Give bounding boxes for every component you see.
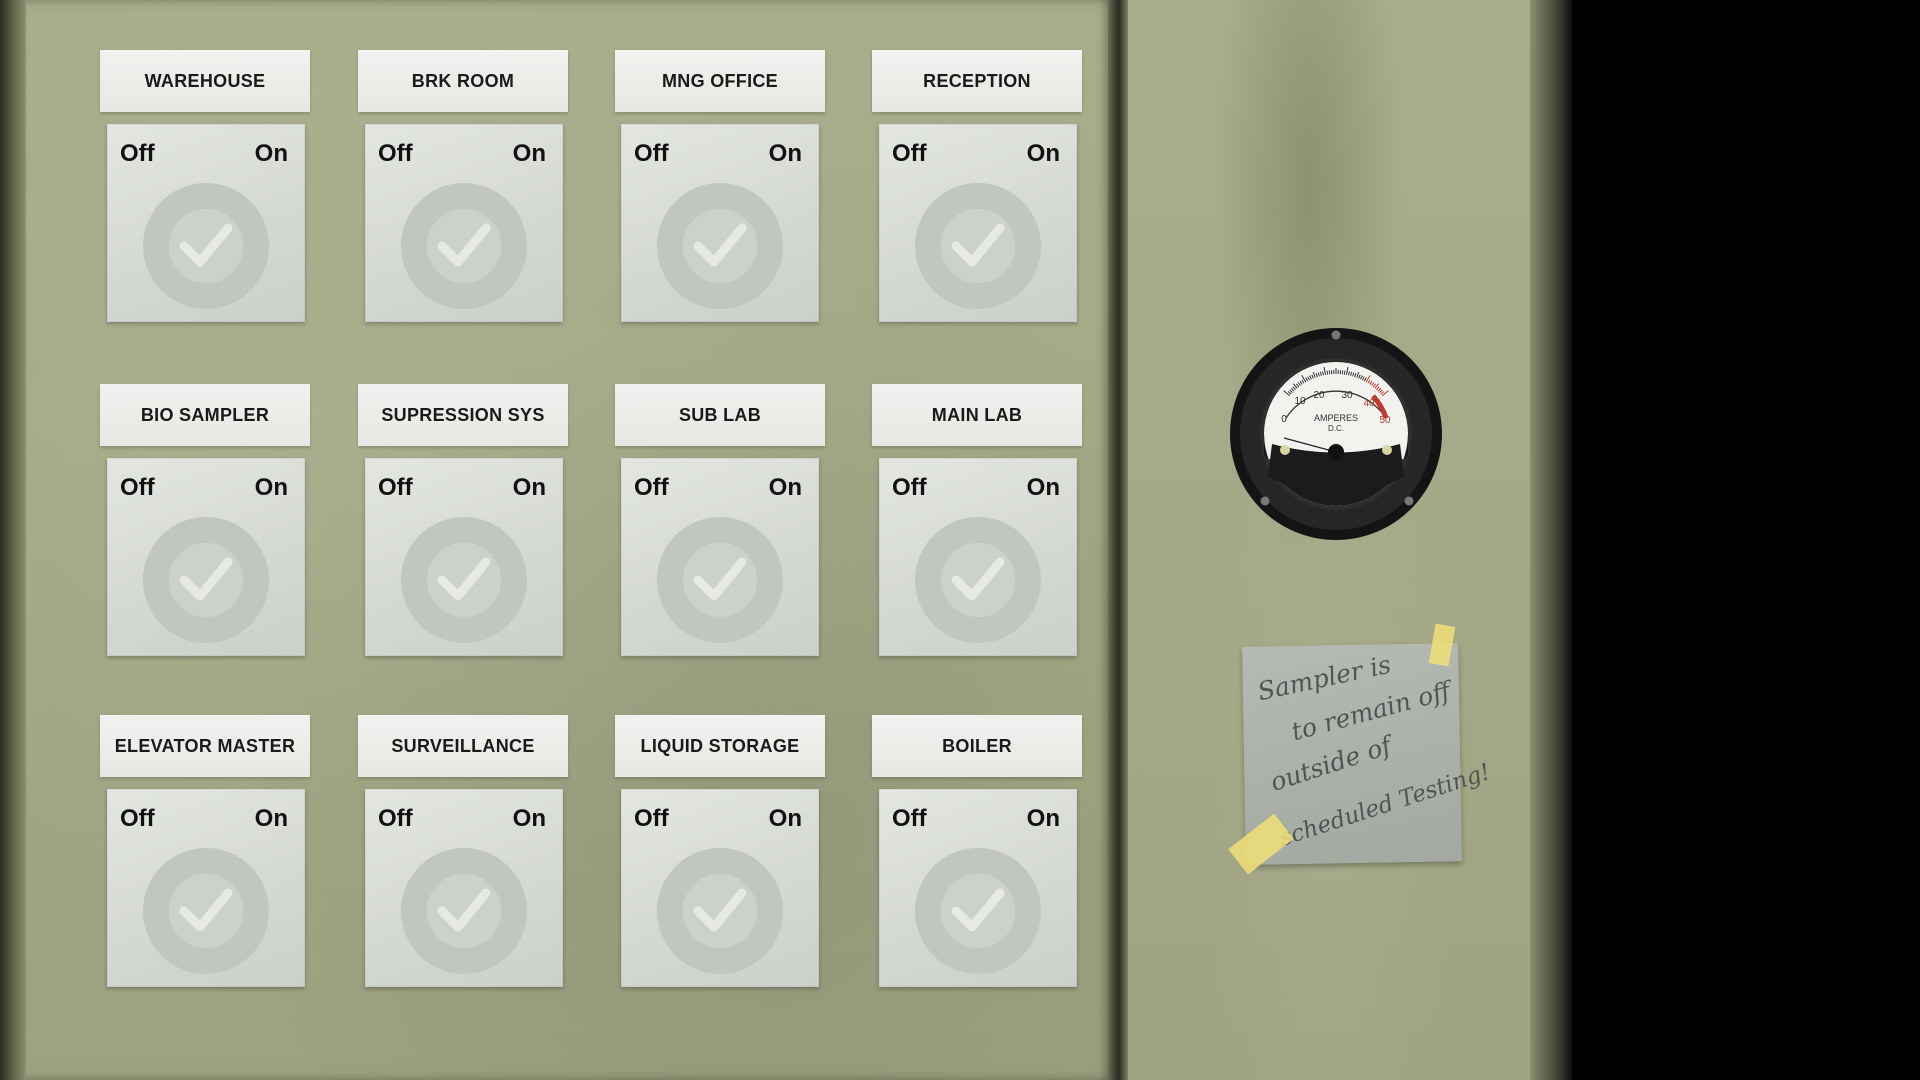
switch-supression-sys[interactable]: Off On: [365, 458, 563, 656]
gauge-scale-20: 20: [1313, 390, 1325, 401]
switch-surveillance[interactable]: Off On: [365, 789, 563, 987]
off-label: Off: [378, 805, 413, 832]
rotary-knob-icon[interactable]: [908, 176, 1048, 316]
on-label: On: [254, 805, 288, 832]
gauge-tick: [1343, 370, 1346, 375]
gauge-unit-sub: D.C.: [1328, 424, 1344, 433]
on-label: On: [768, 140, 802, 167]
switch-bio-sampler[interactable]: Off On: [107, 458, 305, 656]
panel-left-edge: [0, 0, 26, 1080]
off-label: Off: [378, 140, 413, 167]
switch-mng-office[interactable]: Off On: [621, 124, 819, 322]
rotary-knob-icon[interactable]: [394, 176, 534, 316]
rotary-knob-icon[interactable]: [136, 510, 276, 650]
off-label: Off: [120, 474, 155, 501]
rotary-knob-icon[interactable]: [650, 841, 790, 981]
off-label: Off: [634, 140, 669, 167]
off-label: Off: [892, 805, 927, 832]
on-label: On: [1026, 805, 1060, 832]
ammeter-gauge-icon: 0 10 20 30 40 50 AMPERES D.C.: [1230, 328, 1442, 540]
on-label: On: [512, 474, 546, 501]
off-label: Off: [378, 474, 413, 501]
on-label: On: [768, 474, 802, 501]
off-label: Off: [120, 140, 155, 167]
gauge-tick: [1326, 370, 1329, 375]
off-label: Off: [892, 474, 927, 501]
switch-label-surveillance: SURVEILLANCE: [358, 715, 568, 777]
gauge-scale-40: 40: [1363, 398, 1375, 409]
switch-label-main-lab: MAIN LAB: [872, 384, 1082, 446]
on-label: On: [254, 140, 288, 167]
on-label: On: [512, 805, 546, 832]
rotary-knob-icon[interactable]: [394, 841, 534, 981]
switch-boiler[interactable]: Off On: [879, 789, 1077, 987]
switch-liquid-storage[interactable]: Off On: [621, 789, 819, 987]
on-label: On: [254, 474, 288, 501]
switch-main-lab[interactable]: Off On: [879, 458, 1077, 656]
switch-elevator-master[interactable]: Off On: [107, 789, 305, 987]
switch-sub-lab[interactable]: Off On: [621, 458, 819, 656]
switch-reception[interactable]: Off On: [879, 124, 1077, 322]
rotary-knob-icon[interactable]: [136, 176, 276, 316]
switch-label-boiler: BOILER: [872, 715, 1082, 777]
gauge-scale-50: 50: [1379, 415, 1391, 426]
switch-label-elevator-master: ELEVATOR MASTER: [100, 715, 310, 777]
switch-label-sub-lab: SUB LAB: [615, 384, 825, 446]
rotary-knob-icon[interactable]: [908, 510, 1048, 650]
off-label: Off: [634, 474, 669, 501]
rotary-knob-icon[interactable]: [650, 510, 790, 650]
off-label: Off: [892, 140, 927, 167]
switch-label-supression-sys: SUPRESSION SYS: [358, 384, 568, 446]
switch-label-reception: RECEPTION: [872, 50, 1082, 112]
on-label: On: [768, 805, 802, 832]
switch-label-liquid-storage: LIQUID STORAGE: [615, 715, 825, 777]
switch-label-brk-room: BRK ROOM: [358, 50, 568, 112]
on-label: On: [1026, 474, 1060, 501]
off-label: Off: [120, 805, 155, 832]
gauge-scale-30: 30: [1341, 390, 1353, 401]
on-label: On: [1026, 140, 1060, 167]
note-line-3: outside of: [1266, 730, 1395, 797]
rotary-knob-icon[interactable]: [136, 841, 276, 981]
switch-label-mng-office: MNG OFFICE: [615, 50, 825, 112]
gauge-scale-10: 10: [1294, 396, 1306, 407]
gauge-unit: AMPERES: [1314, 413, 1358, 423]
off-label: Off: [634, 805, 669, 832]
rotary-knob-icon[interactable]: [394, 510, 534, 650]
switch-label-bio-sampler: BIO SAMPLER: [100, 384, 310, 446]
switch-brk-room[interactable]: Off On: [365, 124, 563, 322]
panel-right-edge: [1530, 0, 1572, 1080]
rotary-knob-icon[interactable]: [650, 176, 790, 316]
switch-warehouse[interactable]: Off On: [107, 124, 305, 322]
gauge-scale-0: 0: [1281, 414, 1287, 425]
on-label: On: [512, 140, 546, 167]
rotary-knob-icon[interactable]: [908, 841, 1048, 981]
panel-seam: [1108, 0, 1128, 1080]
switch-label-warehouse: WAREHOUSE: [100, 50, 310, 112]
